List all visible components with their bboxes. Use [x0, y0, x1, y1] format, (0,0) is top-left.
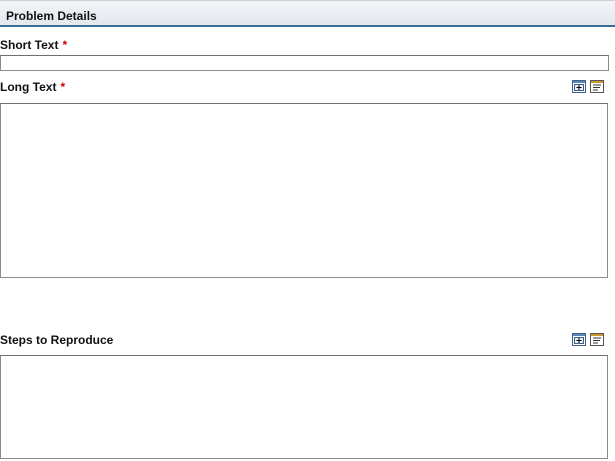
steps-label: Steps to Reproduce: [0, 333, 113, 347]
short-text-label: Short Text *: [0, 38, 67, 52]
steps-to-reproduce-area[interactable]: [0, 355, 608, 459]
long-text-area[interactable]: [0, 103, 608, 278]
section-title: Problem Details: [6, 9, 97, 23]
short-text-input[interactable]: [0, 55, 609, 71]
spell-check-icon[interactable]: [590, 333, 604, 346]
long-text-label: Long Text *: [0, 80, 65, 94]
short-text-label-text: Short Text: [0, 38, 59, 52]
section-header: Problem Details: [0, 0, 615, 27]
steps-label-text: Steps to Reproduce: [0, 333, 114, 347]
expand-editor-icon[interactable]: [572, 80, 586, 93]
required-marker: *: [62, 38, 68, 52]
long-text-label-text: Long Text: [0, 80, 57, 94]
expand-editor-icon[interactable]: [572, 333, 586, 346]
spell-check-icon[interactable]: [590, 80, 604, 93]
required-marker: *: [60, 80, 66, 94]
